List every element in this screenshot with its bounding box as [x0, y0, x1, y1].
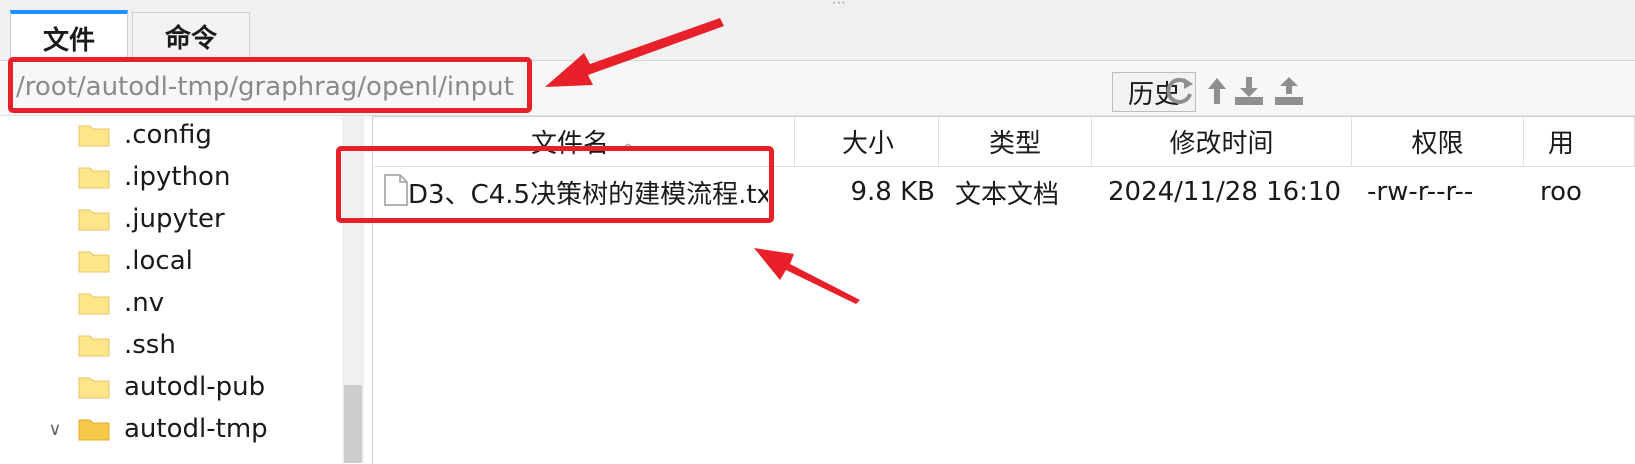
tree-item-ssh[interactable]: .ssh: [0, 324, 176, 366]
upload-icon[interactable]: [1272, 74, 1306, 108]
tree-item-label: .local: [124, 246, 193, 276]
folder-icon: [78, 123, 110, 147]
tree-item-label: .jupyter: [124, 204, 225, 234]
tab-file[interactable]: 文件: [10, 10, 128, 62]
path-highlight-box: [8, 57, 532, 113]
drag-handle-icon[interactable]: ⋯: [832, 0, 847, 10]
tree-item-config[interactable]: .config: [0, 114, 212, 156]
column-header-modified[interactable]: 修改时间: [1092, 117, 1352, 167]
up-arrow-icon[interactable]: [1200, 74, 1234, 108]
tree-item-label: .config: [124, 120, 212, 150]
folder-icon: [78, 291, 110, 315]
chevron-down-icon[interactable]: ∨: [40, 419, 70, 440]
table-row-owner: roo: [1540, 177, 1582, 207]
column-header-owner[interactable]: 用: [1524, 117, 1635, 167]
tree-item-label: autodl-tmp: [124, 414, 268, 444]
table-row-size: 9.8 KB: [850, 177, 936, 207]
tree-item-autodl-tmp[interactable]: ∨ autodl-tmp: [0, 408, 268, 450]
tree-item-ipython[interactable]: .ipython: [0, 156, 230, 198]
annotation-arrow-icon: [754, 248, 860, 304]
table-row-permissions: -rw-r--r--: [1367, 177, 1474, 207]
tree-item-autodl-pub[interactable]: autodl-pub: [0, 366, 265, 408]
tree-item-label: .ssh: [124, 330, 176, 360]
folder-icon: [78, 165, 110, 189]
annotation-arrow-icon: [545, 18, 724, 87]
table-row-type: 文本文档: [955, 179, 1060, 210]
download-icon[interactable]: [1232, 74, 1266, 108]
column-header-size[interactable]: 大小: [795, 117, 939, 167]
tree-item-label: .nv: [124, 288, 165, 318]
tree-item-nv[interactable]: .nv: [0, 282, 164, 324]
tree-item-jupyter[interactable]: .jupyter: [0, 198, 225, 240]
tree-item-local[interactable]: .local: [0, 240, 193, 282]
file-highlight-box: [336, 146, 774, 223]
tree-item-label: .ipython: [124, 162, 231, 192]
folder-icon: [78, 249, 110, 273]
column-header-permissions[interactable]: 权限: [1352, 117, 1524, 167]
column-header-type[interactable]: 类型: [939, 117, 1092, 167]
tab-command[interactable]: 命令: [132, 12, 250, 60]
sidebar-scrollbar-thumb[interactable]: [344, 385, 362, 463]
folder-icon: [78, 375, 110, 399]
refresh-icon[interactable]: [1162, 74, 1196, 108]
tree-item-label: autodl-pub: [124, 372, 266, 402]
folder-icon: [78, 333, 110, 357]
folder-icon: [78, 207, 110, 231]
folder-open-icon: [78, 417, 110, 441]
table-row-modified: 2024/11/28 16:10: [1108, 177, 1342, 207]
